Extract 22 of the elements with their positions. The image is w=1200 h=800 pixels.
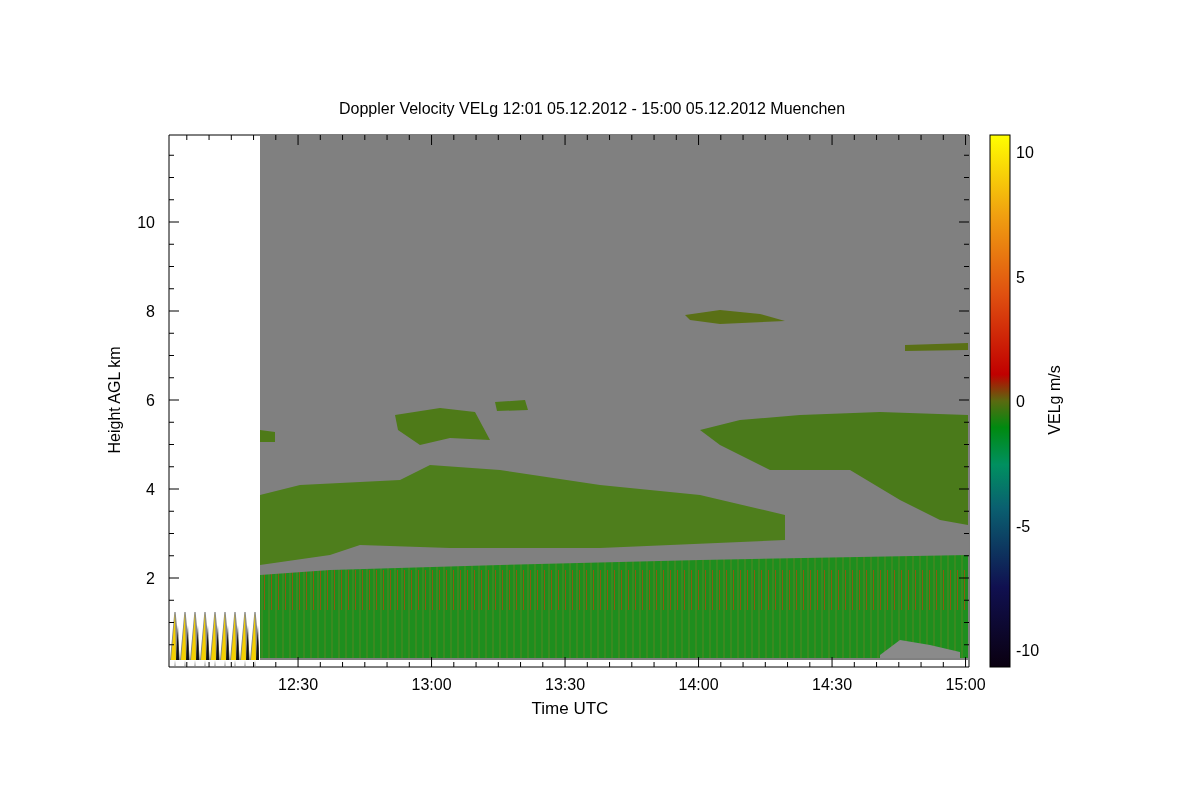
tick-label: 6 [146, 392, 155, 409]
tick-label: 13:30 [545, 676, 586, 693]
tick-label: -5 [1016, 517, 1031, 535]
tick-label: 0 [1016, 393, 1025, 410]
tick-label: 2 [146, 570, 155, 587]
tick-label: 12:30 [278, 676, 319, 693]
tick-label: 10 [1016, 144, 1034, 161]
tick-label: 10 [137, 214, 155, 231]
tick-label: 5 [1016, 268, 1025, 286]
axis-label: Time UTC [531, 699, 609, 718]
tick-label: 13:00 [411, 676, 452, 693]
colorbar-label: VELg m/s [1046, 365, 1063, 435]
tick-label: 15:00 [945, 676, 986, 693]
tick-label: 4 [146, 481, 155, 498]
tick-label: 14:00 [678, 676, 719, 693]
tick-label: 8 [146, 303, 155, 320]
tick-label: 14:30 [812, 676, 853, 693]
tick-label: -10 [1016, 642, 1040, 659]
echo-patch [495, 400, 528, 411]
plot-title: Doppler Velocity VELg 12:01 05.12.2012 - 15:00 05.12.2012 Muenchen [338, 100, 846, 117]
echo-patch [905, 343, 968, 351]
axis-label: Height AGL km [106, 346, 123, 454]
